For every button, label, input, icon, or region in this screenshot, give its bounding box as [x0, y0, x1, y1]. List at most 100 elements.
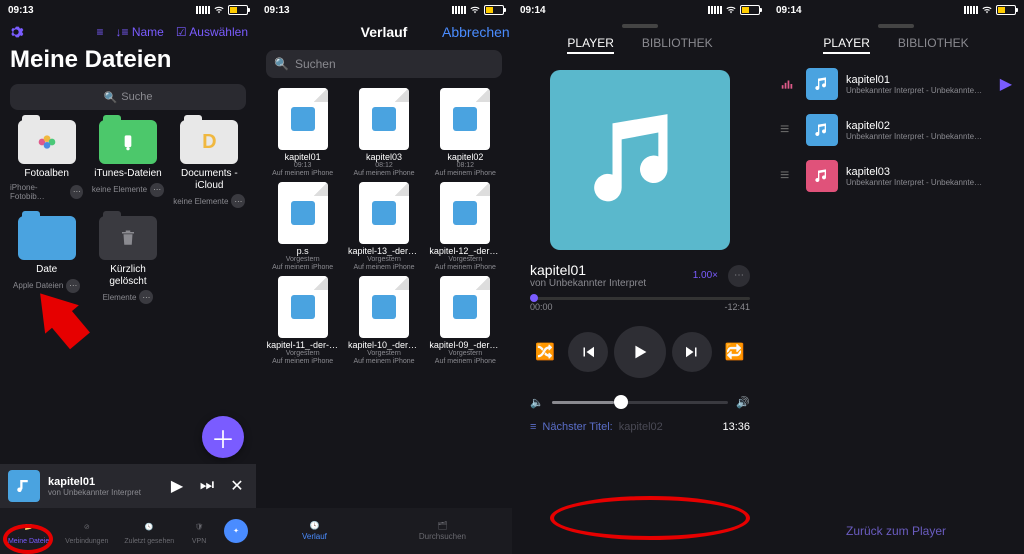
shuffle-icon[interactable]: 🔀	[529, 336, 561, 368]
drag-handle-icon[interactable]	[780, 77, 798, 91]
next-button[interactable]	[672, 332, 712, 372]
more-icon[interactable]: ⋯	[231, 194, 245, 208]
tile-fotoalben[interactable]: Fotoalben iPhone-Fotobib…⋯	[10, 120, 83, 208]
wifi-icon	[213, 5, 225, 15]
progress-slider[interactable]	[530, 297, 750, 300]
tab-history[interactable]: 🕓Verlauf	[302, 521, 327, 541]
battery-icon	[228, 5, 248, 15]
more-icon[interactable]: ⋯	[66, 279, 80, 293]
wifi-icon	[725, 5, 737, 15]
status-bar: 09:13	[256, 0, 512, 18]
signal-icon	[708, 6, 722, 14]
status-bar: 09:14	[512, 0, 768, 18]
file-item[interactable]: kapitel0109:13Auf meinem iPhone	[264, 88, 341, 178]
queue-row[interactable]: ≡kapitel02Unbekannter Interpret - Unbeka…	[776, 110, 1016, 150]
panel-queue: 09:14 PLAYER BIBLIOTHEK kapitel01Unbekan…	[768, 0, 1024, 554]
search-bar[interactable]: 🔍Suchen	[266, 50, 502, 78]
panel-player: 09:14 PLAYER BIBLIOTHEK kapitel01 von Un…	[512, 0, 768, 554]
sort-button[interactable]: ↓≡ Name	[115, 25, 163, 39]
signal-icon	[964, 6, 978, 14]
volume-low-icon: 🔈	[530, 396, 544, 409]
more-icon[interactable]: ⋯	[150, 183, 164, 197]
wifi-icon	[981, 5, 993, 15]
file-item[interactable]: kapitel-10_-der-s…nfangVorgesternAuf mei…	[345, 276, 422, 366]
time-remaining: -12:41	[724, 302, 750, 312]
wifi-icon	[469, 5, 481, 15]
clock: 09:14	[776, 5, 802, 16]
album-art-icon	[8, 470, 40, 502]
settings-icon[interactable]	[8, 24, 24, 40]
volume-slider[interactable]	[552, 401, 729, 404]
prev-button[interactable]	[568, 332, 608, 372]
playing-icon: ▶	[1000, 74, 1012, 94]
add-button[interactable]: ＋	[202, 416, 244, 458]
signal-icon	[196, 6, 210, 14]
track-art-icon	[806, 68, 838, 100]
track-title: kapitel01	[530, 262, 646, 278]
file-item[interactable]: p.sVorgesternAuf meinem iPhone	[264, 182, 341, 272]
clock: 09:14	[520, 5, 546, 16]
file-item[interactable]: kapitel-09_-der-s…nfangVorgesternAuf mei…	[427, 276, 504, 366]
close-icon[interactable]: ✕	[226, 476, 248, 496]
panel-files: 09:13 ≡ ↓≡ Name ☑ Auswählen Meine Dateie…	[0, 0, 256, 554]
end-clock: 13:36	[722, 421, 750, 433]
seg-player[interactable]: PLAYER	[567, 36, 613, 50]
seg-player[interactable]: PLAYER	[823, 36, 869, 50]
tab-bar: 📁Meine Dateie ⊘Verbindungen 🕓Zuletzt ges…	[0, 508, 256, 554]
tab-recent[interactable]: 🕓Zuletzt gesehen	[124, 518, 174, 545]
tab-vpn[interactable]: 🛡VPN	[190, 518, 208, 545]
seg-library[interactable]: BIBLIOTHEK	[898, 36, 969, 50]
play-icon[interactable]: ▶	[166, 476, 188, 496]
file-item[interactable]: kapitel-12_-der-s…nfangVorgesternAuf mei…	[427, 182, 504, 272]
time-current: 00:00	[530, 302, 553, 312]
next-icon[interactable]: ⏭	[196, 477, 218, 495]
queue-icon[interactable]: ≡	[530, 421, 536, 433]
tab-browse[interactable]: 🗂Durchsuchen	[419, 521, 466, 541]
toolbar: ≡ ↓≡ Name ☑ Auswählen	[0, 18, 256, 46]
clock: 09:13	[8, 5, 34, 16]
queue-row[interactable]: kapitel01Unbekannter Interpret - Unbekan…	[776, 64, 1016, 104]
header-title: Verlauf	[326, 24, 442, 40]
cancel-button[interactable]: Abbrechen	[442, 24, 502, 40]
tile-recently-deleted[interactable]: Kürzlich gelöscht Elemente⋯	[91, 216, 164, 304]
drag-handle-icon[interactable]: ≡	[780, 167, 798, 185]
more-icon[interactable]: ⋯	[139, 290, 153, 304]
back-to-player[interactable]: Zurück zum Player	[768, 524, 1024, 538]
status-bar: 09:13	[0, 0, 256, 18]
next-track: kapitel02	[619, 421, 663, 433]
panel-history: 09:13 Verlauf Abbrechen 🔍Suchen kapitel0…	[256, 0, 512, 554]
status-bar: 09:14	[768, 0, 1024, 18]
select-button[interactable]: ☑ Auswählen	[176, 25, 248, 39]
tab-connections[interactable]: ⊘Verbindungen	[65, 518, 108, 545]
queue-row[interactable]: ≡kapitel03Unbekannter Interpret - Unbeka…	[776, 156, 1016, 196]
tab-files[interactable]: 📁Meine Dateie	[8, 518, 49, 545]
repeat-icon[interactable]: 🔁	[719, 336, 751, 368]
speed-button[interactable]: 1.00×	[693, 270, 718, 281]
play-button[interactable]	[614, 326, 666, 378]
tile-itunes[interactable]: iTunes-Dateien keine Elemente⋯	[91, 120, 164, 208]
file-item[interactable]: kapitel-13_-der-s…nfangVorgesternAuf mei…	[345, 182, 422, 272]
clock: 09:13	[264, 5, 290, 16]
annotation-oval	[550, 496, 750, 540]
tile-documents-icloud[interactable]: D Documents - iCloud keine Elemente⋯	[173, 120, 246, 208]
file-item[interactable]: kapitel-11_-der-s…nfangVorgesternAuf mei…	[264, 276, 341, 366]
album-cover	[550, 70, 730, 250]
search-bar[interactable]: 🔍Suche	[10, 84, 246, 110]
seg-library[interactable]: BIBLIOTHEK	[642, 36, 713, 50]
page-title: Meine Dateien	[0, 46, 256, 80]
search-icon: 🔍	[104, 91, 118, 104]
signal-icon	[452, 6, 466, 14]
track-art-icon	[806, 114, 838, 146]
list-icon[interactable]: ≡	[96, 25, 103, 39]
next-label: Nächster Titel:	[542, 421, 612, 433]
volume-high-icon: 🔊	[736, 396, 750, 409]
mini-player[interactable]: kapitel01von Unbekannter Interpret ▶ ⏭ ✕	[0, 464, 256, 508]
battery-icon	[484, 5, 504, 15]
file-item[interactable]: kapitel0208:12Auf meinem iPhone	[427, 88, 504, 178]
drag-handle-icon[interactable]: ≡	[780, 121, 798, 139]
more-icon[interactable]: ⋯	[70, 185, 83, 199]
tab-compass[interactable]: ✦	[224, 519, 248, 543]
battery-icon	[740, 5, 760, 15]
more-icon[interactable]: ⋯	[728, 265, 750, 287]
file-item[interactable]: kapitel0308:12Auf meinem iPhone	[345, 88, 422, 178]
